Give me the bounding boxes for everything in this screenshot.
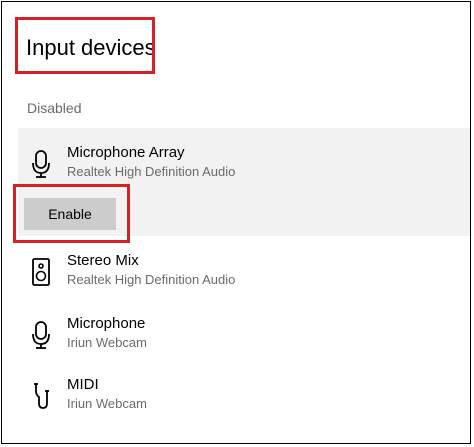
device-name: Stereo Mix <box>67 252 139 269</box>
title-highlight-box <box>15 17 155 74</box>
device-subtitle: Realtek High Definition Audio <box>67 164 236 179</box>
device-subtitle: Realtek High Definition Audio <box>67 272 236 287</box>
device-item-stereo-mix[interactable]: Stereo Mix Realtek High Definition Audio <box>0 251 470 301</box>
device-subtitle: Iriun Webcam <box>67 335 147 350</box>
device-subtitle: Iriun Webcam <box>67 396 147 411</box>
section-label-disabled: Disabled <box>27 100 82 116</box>
microphone-icon <box>32 321 50 349</box>
microphone-icon <box>32 150 50 178</box>
device-name: Microphone <box>67 315 146 332</box>
device-name: Microphone Array <box>67 144 185 161</box>
device-item-microphone[interactable]: Microphone Iriun Webcam <box>0 314 470 364</box>
enable-highlight-box <box>13 184 130 243</box>
device-name: MIDI <box>67 376 99 393</box>
device-item-midi[interactable]: MIDI Iriun Webcam <box>0 375 470 425</box>
speaker-icon <box>32 258 50 286</box>
midi-cable-icon <box>34 383 49 409</box>
